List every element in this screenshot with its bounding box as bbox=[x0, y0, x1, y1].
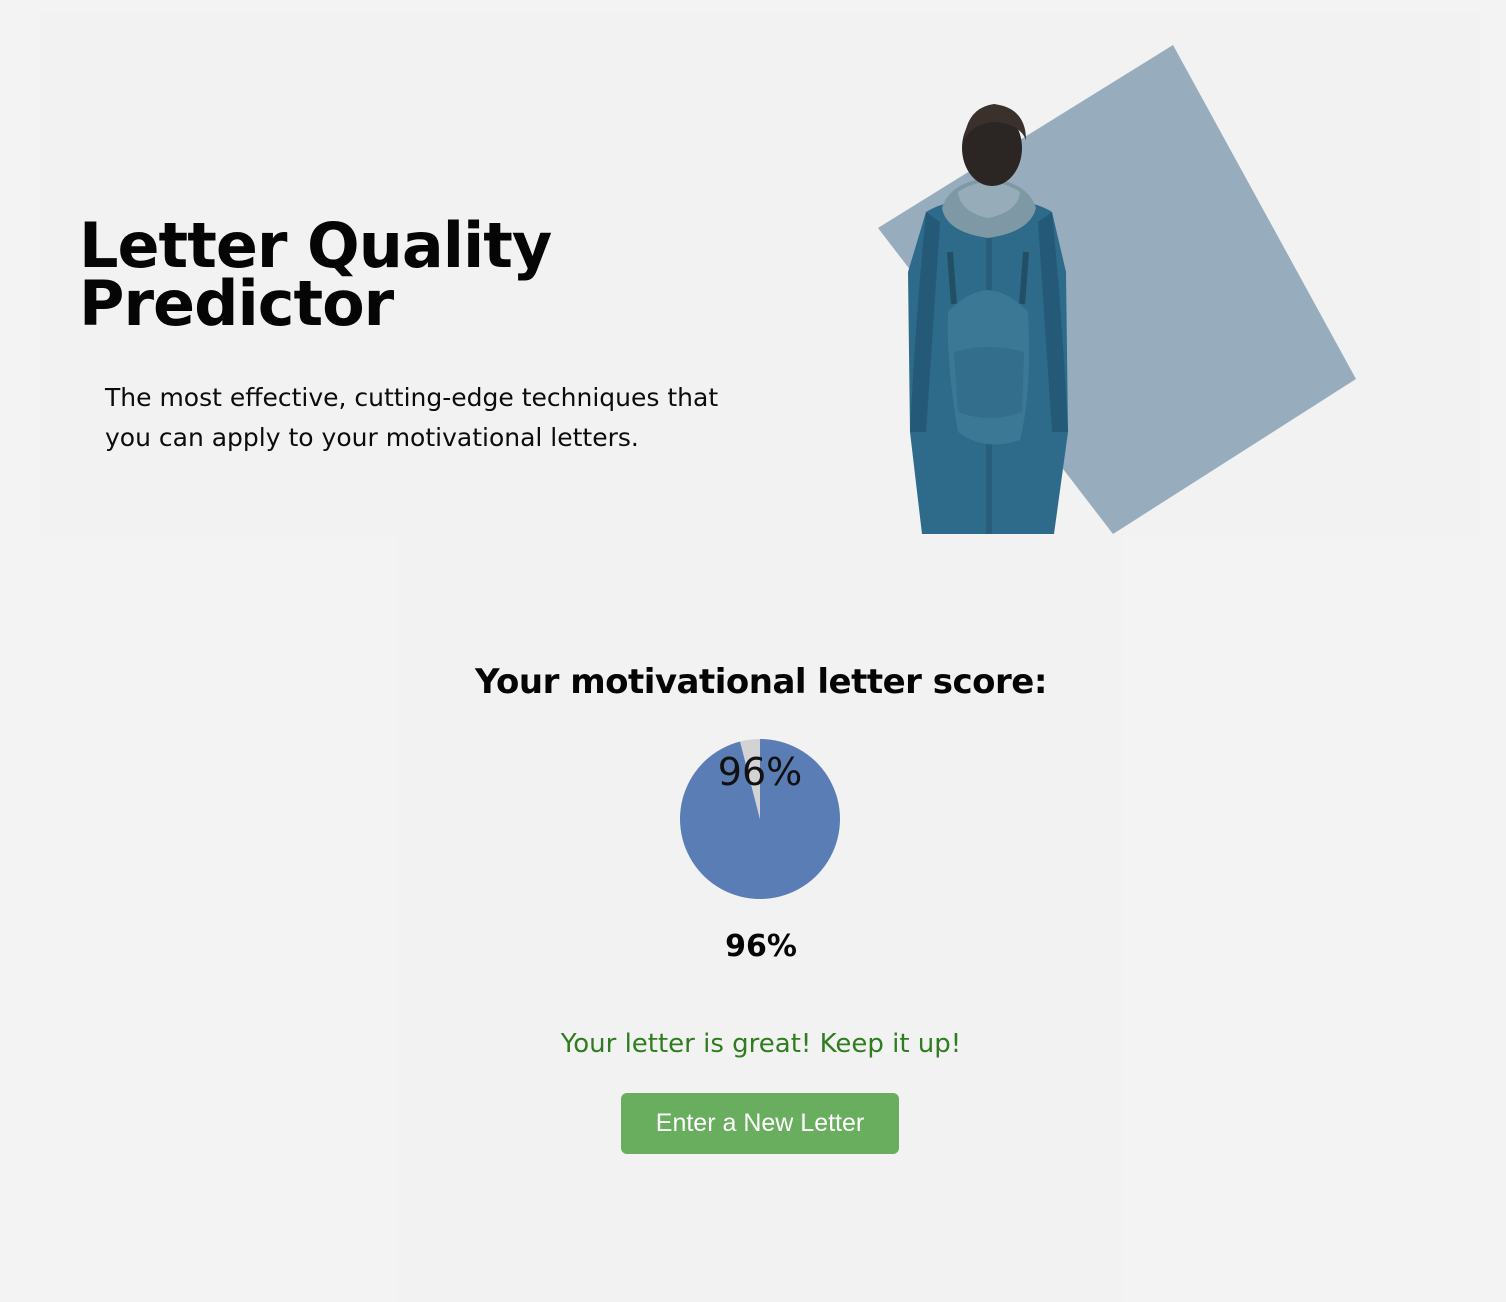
score-pie-chart: 96% bbox=[678, 737, 842, 901]
result-panel: Your motivational letter score: 96% 96% … bbox=[398, 534, 1124, 1302]
pie-label: 96% bbox=[717, 750, 803, 794]
hero-illustration bbox=[830, 12, 1480, 534]
feedback-message: Your letter is great! Keep it up! bbox=[560, 1029, 962, 1059]
score-heading: Your motivational letter score: bbox=[475, 662, 1047, 702]
enter-new-letter-button[interactable]: Enter a New Letter bbox=[621, 1093, 899, 1154]
page-title-line-2: Predictor bbox=[79, 267, 394, 340]
score-value: 96% bbox=[725, 929, 797, 964]
student-illustration bbox=[878, 45, 1356, 534]
hero-section: Letter Quality Predictor The most effect… bbox=[40, 12, 1480, 534]
page-title: Letter Quality Predictor bbox=[79, 215, 599, 335]
hero-subtitle: The most effective, cutting-edge techniq… bbox=[105, 383, 719, 452]
